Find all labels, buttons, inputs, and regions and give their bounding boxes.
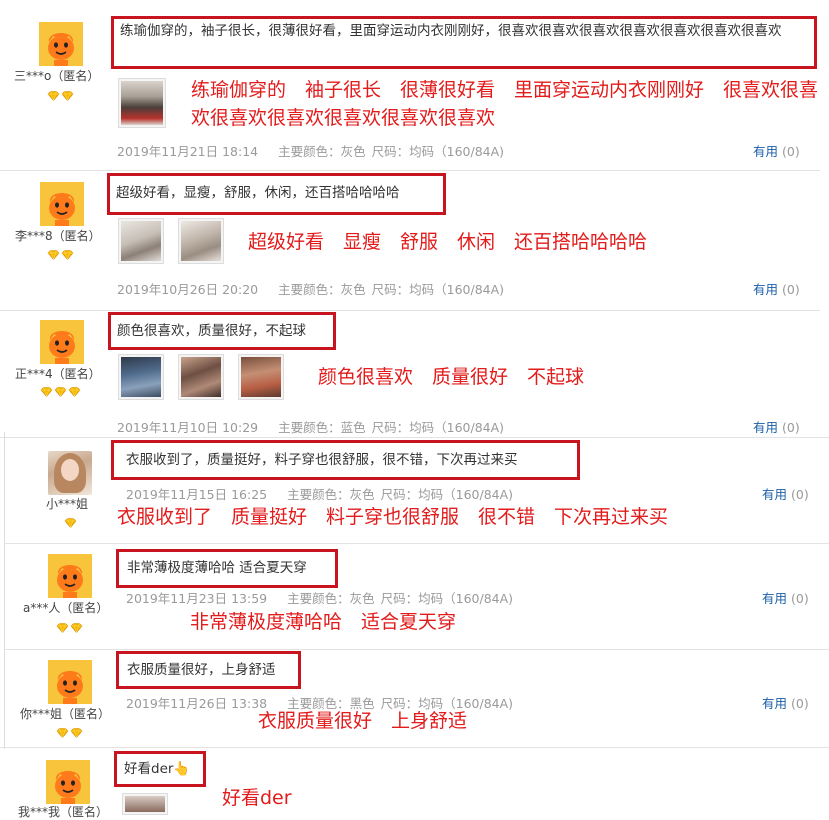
user-avatar[interactable] <box>40 320 84 364</box>
useful-count: (0) <box>791 591 809 606</box>
username: a***人（匿名） <box>23 601 109 615</box>
review-meta: 2019年11月23日 13:59 主要颜色：灰色 尺码：均码（160/84A) <box>126 588 533 607</box>
diamond-icon <box>47 91 60 101</box>
user-rank <box>64 518 77 528</box>
username: 三***o（匿名） <box>14 69 100 83</box>
username: 我***我（匿名） <box>18 805 109 819</box>
user-avatar[interactable] <box>39 22 83 66</box>
diamond-icon <box>47 250 60 260</box>
review-color: 主要颜色：灰色 <box>287 591 375 606</box>
review-photo[interactable] <box>118 218 164 264</box>
review-color: 主要颜色：灰色 <box>278 144 366 159</box>
user-rank <box>56 623 83 633</box>
useful-button[interactable]: 有用 (0) <box>753 279 800 298</box>
diamond-icon <box>61 250 74 260</box>
review-size: 尺码：均码（160/84A) <box>371 420 505 435</box>
diamond-icon <box>61 91 74 101</box>
review-color: 主要颜色：灰色 <box>287 487 375 502</box>
username: 李***8（匿名） <box>15 229 101 243</box>
taobao-mascot-icon <box>40 320 84 364</box>
useful-count: (0) <box>791 487 809 502</box>
diamond-icon <box>70 728 83 738</box>
review-date: 2019年11月26日 13:38 <box>126 696 268 711</box>
review-item: 正***4（匿名） 颜色很喜欢，质量很好，不起球 颜色很喜欢 质量很好 不起球 … <box>0 310 829 438</box>
review-date: 2019年11月21日 18:14 <box>117 144 259 159</box>
review-size: 尺码：均码（160/84A) <box>371 282 505 297</box>
diamond-icon <box>68 387 81 397</box>
user-rank <box>47 91 74 101</box>
review-comment: 衣服收到了，质量挺好，料子穿也很舒服，很不错，下次再过来买 <box>111 440 580 480</box>
diamond-icon <box>64 518 77 528</box>
diamond-icon <box>56 728 69 738</box>
user-avatar[interactable] <box>46 760 90 804</box>
review-comment: 练瑜伽穿的，袖子很长，很薄很好看，里面穿运动内衣刚刚好，很喜欢很喜欢很喜欢很喜欢… <box>111 16 817 69</box>
diamond-icon <box>70 623 83 633</box>
useful-button[interactable]: 有用 (0) <box>753 141 800 160</box>
annotation: 练瑜伽穿的 袖子很长 很薄很好看 里面穿运动内衣刚刚好 很喜欢很喜欢很喜欢很喜欢… <box>191 79 819 129</box>
diamond-icon <box>54 387 67 397</box>
review-comment: 好看der👆 <box>114 751 206 787</box>
review-meta: 2019年11月15日 16:25 主要颜色：灰色 尺码：均码（160/84A) <box>126 484 533 503</box>
taobao-mascot-icon <box>48 554 92 598</box>
username: 正***4（匿名） <box>15 367 101 381</box>
useful-count: (0) <box>782 420 800 435</box>
review-photo[interactable] <box>178 218 224 264</box>
review-size: 尺码：均码（160/84A) <box>380 487 514 502</box>
useful-button[interactable]: 有用 (0) <box>762 484 809 503</box>
review-date: 2019年11月10日 10:29 <box>117 420 259 435</box>
taobao-mascot-icon <box>48 660 92 704</box>
review-photo[interactable] <box>178 354 224 400</box>
review-size: 尺码：均码（160/84A) <box>380 591 514 606</box>
useful-button[interactable]: 有用 (0) <box>753 417 800 436</box>
review-color: 主要颜色：灰色 <box>278 282 366 297</box>
diamond-icon <box>40 387 53 397</box>
review-date: 2019年10月26日 20:20 <box>117 282 259 297</box>
annotation: 超级好看 显瘦 舒服 休闲 还百搭哈哈哈哈 <box>248 231 648 253</box>
useful-count: (0) <box>782 144 800 159</box>
user-avatar[interactable] <box>48 660 92 704</box>
useful-button[interactable]: 有用 (0) <box>762 588 809 607</box>
user-avatar[interactable] <box>48 554 92 598</box>
review-photo[interactable] <box>122 793 168 815</box>
review-item: 你***姐（匿名） 衣服质量很好，上身舒适 2019年11月26日 13:38 主… <box>0 649 829 747</box>
review-photo[interactable] <box>118 354 164 400</box>
review-meta: 2019年11月10日 10:29 主要颜色：蓝色 尺码：均码（160/84A) <box>117 417 524 436</box>
diamond-icon <box>56 623 69 633</box>
user-rank <box>47 250 74 260</box>
useful-count: (0) <box>791 696 809 711</box>
review-item: 我***我（匿名） 好看der👆 好看der <box>0 747 829 819</box>
username: 你***姐（匿名） <box>20 707 111 721</box>
review-meta: 2019年10月26日 20:20 主要颜色：灰色 尺码：均码（160/84A) <box>117 279 524 298</box>
review-size: 尺码：均码（160/84A) <box>371 144 505 159</box>
review-photo[interactable] <box>118 78 166 128</box>
annotation: 好看der <box>222 787 292 809</box>
taobao-mascot-icon <box>46 760 90 804</box>
username: 小***姐 <box>46 497 89 511</box>
user-rank <box>56 728 83 738</box>
review-comment: 颜色很喜欢，质量很好，不起球 <box>108 312 336 350</box>
review-color: 主要颜色：蓝色 <box>278 420 366 435</box>
review-photo[interactable] <box>238 354 284 400</box>
review-meta: 2019年11月21日 18:14 主要颜色：灰色 尺码：均码（160/84A) <box>117 141 524 160</box>
review-item: 李***8（匿名） 超级好看，显瘦，舒服，休闲，还百搭哈哈哈哈 超级好看 显瘦 … <box>0 170 829 310</box>
review-item: 三***o（匿名） 练瑜伽穿的，袖子很长，很薄很好看，里面穿运动内衣刚刚好，很喜… <box>0 0 829 170</box>
user-rank <box>40 387 81 397</box>
user-avatar[interactable] <box>40 182 84 226</box>
review-item: a***人（匿名） 非常薄极度薄哈哈 适合夏天穿 2019年11月23日 13:… <box>0 543 829 649</box>
review-date: 2019年11月15日 16:25 <box>126 487 268 502</box>
annotation: 非常薄极度薄哈哈 适合夏天穿 <box>190 611 457 633</box>
annotation: 衣服收到了 质量挺好 料子穿也很舒服 很不错 下次再过来买 <box>117 506 669 528</box>
annotation: 颜色很喜欢 质量很好 不起球 <box>318 366 585 388</box>
review-comment: 非常薄极度薄哈哈 适合夏天穿 <box>116 549 338 588</box>
review-item: 小***姐 衣服收到了，质量挺好，料子穿也很舒服，很不错，下次再过来买 2019… <box>0 437 829 543</box>
useful-count: (0) <box>782 282 800 297</box>
annotation: 衣服质量很好 上身舒适 <box>258 710 468 732</box>
user-avatar[interactable] <box>48 451 92 495</box>
review-date: 2019年11月23日 13:59 <box>126 591 268 606</box>
taobao-mascot-icon <box>39 22 83 66</box>
review-comment: 超级好看，显瘦，舒服，休闲，还百搭哈哈哈哈 <box>107 173 446 215</box>
review-comment: 衣服质量很好，上身舒适 <box>116 651 301 689</box>
taobao-mascot-icon <box>40 182 84 226</box>
useful-button[interactable]: 有用 (0) <box>762 693 809 712</box>
